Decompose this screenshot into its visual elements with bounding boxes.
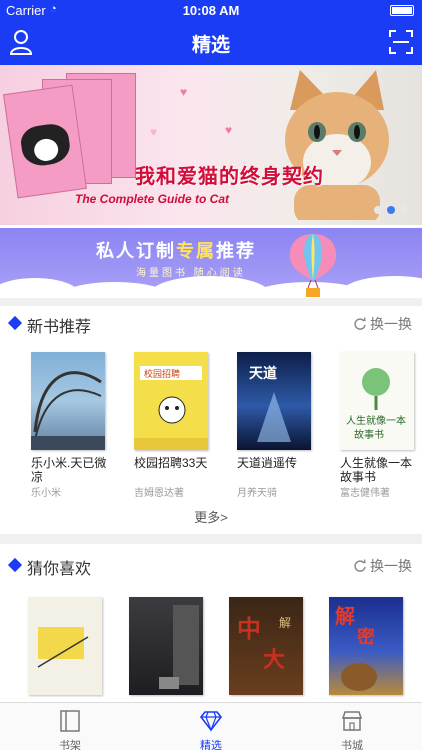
tab-label: 精选 bbox=[200, 740, 222, 750]
tab-label: 书城 bbox=[341, 740, 363, 750]
promo-title-a: 私人订制 bbox=[96, 241, 176, 261]
refresh-label: 换一换 bbox=[370, 316, 412, 332]
refresh-button[interactable]: 换一换 bbox=[353, 314, 412, 334]
section-header-new-books: 新书推荐 换一换 bbox=[0, 303, 422, 343]
svg-text:人生就像一本: 人生就像一本 bbox=[346, 414, 406, 427]
status-bar: Carrier ◔ 10:08 AM bbox=[0, 0, 422, 20]
section-divider bbox=[0, 534, 422, 544]
more-link[interactable]: 更多> bbox=[0, 507, 422, 526]
promo-title-b: 推荐 bbox=[216, 241, 256, 261]
book-cover: 中大 解 bbox=[229, 597, 303, 695]
heart-icon: ♥ bbox=[150, 125, 158, 139]
svg-text:大: 大 bbox=[263, 647, 285, 673]
promo-title-highlight: 专属 bbox=[176, 241, 216, 261]
balloon-icon bbox=[289, 234, 337, 297]
carousel-dots[interactable] bbox=[374, 206, 408, 214]
svg-text:天道: 天道 bbox=[249, 365, 277, 382]
carousel-dot-active[interactable] bbox=[387, 206, 395, 214]
banner-subline: The Complete Guide to Cat bbox=[75, 192, 230, 206]
banner-tagline: 我和爱猫的终身契约 bbox=[135, 166, 324, 188]
top-bar: Carrier ◔ 10:08 AM 精选 bbox=[0, 0, 422, 65]
page-title: 精选 bbox=[191, 35, 230, 56]
svg-text:解: 解 bbox=[335, 604, 355, 628]
svg-text:密: 密 bbox=[357, 626, 375, 648]
book-cover bbox=[28, 597, 102, 695]
tab-bookshelf[interactable]: 书架 bbox=[0, 703, 140, 750]
book-title: 人生就像一本故事书 bbox=[340, 456, 413, 484]
svg-text:解: 解 bbox=[279, 616, 291, 630]
book-cover: 校园招聘 bbox=[134, 352, 208, 450]
cat-image bbox=[285, 70, 389, 220]
book-cover bbox=[31, 352, 105, 450]
tab-label: 书架 bbox=[59, 740, 81, 750]
refresh-button[interactable]: 换一换 bbox=[353, 556, 412, 576]
tab-bar: 书架 精选 书城 bbox=[0, 702, 422, 750]
section-header-recommend: 猜你喜欢 换一换 bbox=[0, 545, 422, 585]
svg-text:校园招聘: 校园招聘 bbox=[144, 368, 180, 380]
carousel-dot[interactable] bbox=[374, 206, 382, 214]
status-time: 10:08 AM bbox=[182, 3, 240, 18]
section-title: 猜你喜欢 bbox=[27, 561, 92, 578]
book-author: 吉姆恩达著 bbox=[134, 488, 184, 499]
scan-icon[interactable] bbox=[388, 29, 414, 55]
store-icon bbox=[341, 711, 363, 731]
book-author: 富志健伟著 bbox=[340, 488, 390, 499]
svg-text:故事书: 故事书 bbox=[354, 428, 384, 441]
promo-banner[interactable]: 私人订制专属推荐 海量图书 随心阅读 bbox=[0, 228, 422, 298]
book-cover bbox=[129, 597, 203, 695]
book-title: 乐小米.天已微凉 bbox=[31, 456, 107, 484]
battery-icon bbox=[390, 5, 414, 16]
heart-icon: ♥ bbox=[180, 85, 188, 99]
book-cover: 人生就像一本 故事书 bbox=[340, 352, 414, 450]
book-author: 乐小米 bbox=[31, 488, 61, 499]
section-title: 新书推荐 bbox=[27, 319, 92, 336]
book-title: 校园招聘33天 bbox=[134, 456, 208, 470]
tab-featured[interactable]: 精选 bbox=[141, 703, 281, 750]
promo-subtitle: 海量图书 随心阅读 bbox=[136, 268, 246, 279]
tab-bookstore[interactable]: 书城 bbox=[282, 703, 422, 750]
carousel-dot[interactable] bbox=[400, 206, 408, 214]
refresh-label: 换一换 bbox=[370, 558, 412, 574]
banner-books-image bbox=[3, 73, 144, 199]
book-cover: 天道 bbox=[237, 352, 311, 450]
book-author: 月养天骑 bbox=[237, 488, 277, 499]
diamond-marker-icon bbox=[7, 315, 23, 331]
bookshelf-icon bbox=[60, 710, 80, 732]
book-title: 天道逍遥传 bbox=[237, 456, 298, 470]
nav-bar: 精选 bbox=[0, 20, 422, 65]
diamond-icon bbox=[199, 711, 223, 732]
diamond-marker-icon bbox=[7, 557, 23, 573]
refresh-icon bbox=[354, 317, 366, 330]
carousel-banner[interactable]: ♥ ♥ ♥ 我和爱猫的终身契约 The Complete Guide to Ca… bbox=[0, 65, 422, 225]
book-cover: 解密 bbox=[329, 597, 403, 695]
promo-title: 私人订制专属推荐 bbox=[96, 237, 256, 263]
heart-icon: ♥ bbox=[225, 123, 233, 137]
book-image bbox=[3, 84, 87, 199]
svg-text:中: 中 bbox=[237, 614, 261, 643]
refresh-icon bbox=[354, 559, 366, 572]
